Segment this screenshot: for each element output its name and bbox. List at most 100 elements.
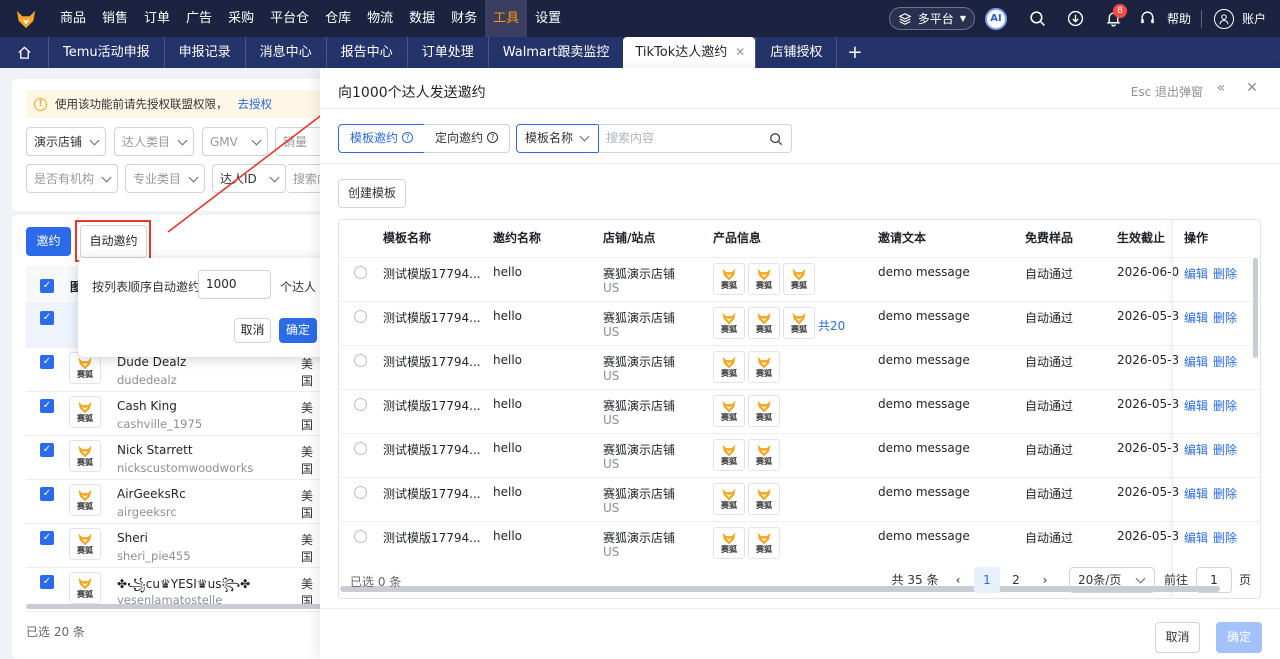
add-tab-button[interactable]: + [836, 37, 872, 68]
close-icon[interactable]: ✕ [1244, 80, 1260, 96]
select-all-checkbox[interactable]: ✓ [40, 279, 54, 293]
table-row[interactable]: ✓ 赛狐 Nick Starrett nickscustomwoodworks 美国 [26, 436, 322, 480]
row-checkbox[interactable]: ✓ [40, 487, 54, 501]
more-products-link[interactable]: 共20 [818, 317, 845, 334]
nav-menu-item[interactable]: 仓库 [317, 0, 359, 37]
table-row[interactable]: 测试模版17794... hello 赛狐演示店铺 US 赛狐 赛狐 demo messag… [339, 433, 1260, 477]
page-tab[interactable]: 店铺授权 [755, 37, 836, 68]
product-thumbnail[interactable]: 赛狐 [748, 307, 780, 339]
invite-count-input[interactable]: 1000 [198, 270, 271, 299]
product-thumbnail[interactable]: 赛狐 [748, 395, 780, 427]
bell-icon[interactable]: 8 [1095, 0, 1133, 37]
download-icon[interactable] [1057, 0, 1095, 37]
product-thumbnail[interactable]: 赛狐 [748, 483, 780, 515]
row-radio[interactable] [354, 266, 367, 279]
nav-menu-item[interactable]: 工具 [485, 0, 528, 37]
platform-switch[interactable]: 多平台 ▼ [888, 7, 975, 30]
help-link[interactable]: 帮助 [1167, 10, 1191, 27]
direct-invite-tab[interactable]: 定向邀约? [424, 124, 510, 153]
row-radio[interactable] [354, 354, 367, 367]
create-template-button[interactable]: 创建模板 [338, 179, 406, 208]
search-icon[interactable] [769, 132, 783, 146]
table-row[interactable]: 测试模版17794... hello 赛狐演示店铺 US 赛狐 赛狐 demo messag… [339, 389, 1260, 433]
ai-assistant-button[interactable]: AI [984, 7, 1007, 30]
prev-page-button[interactable]: ‹ [945, 567, 971, 593]
page-tab[interactable]: 申报记录 [163, 37, 245, 68]
row-checkbox[interactable]: ✓ [40, 531, 54, 545]
next-page-button[interactable]: › [1032, 567, 1058, 593]
row-radio[interactable] [354, 442, 367, 455]
template-invite-tab[interactable]: 模板邀约? [338, 124, 425, 153]
sales-filter[interactable]: 销量 [275, 127, 325, 156]
table-row[interactable]: ✓ 赛狐 Cash King cashville_1975 美国 [26, 392, 322, 436]
page-tab[interactable]: TikTok达人邀约 ✕ [623, 37, 756, 68]
product-thumbnail[interactable]: 赛狐 [713, 527, 745, 559]
table-row[interactable]: 测试模版17794... hello 赛狐演示店铺 US 赛狐 赛狐 赛狐 demo mess… [339, 257, 1260, 301]
row-checkbox[interactable]: ✓ [40, 355, 54, 369]
drawer-cancel-button[interactable]: 取消 [1155, 622, 1200, 653]
nav-menu-item[interactable]: 订单 [136, 0, 178, 37]
goto-page-input[interactable]: 1 [1196, 567, 1232, 593]
search-field-select[interactable]: 模板名称 [516, 124, 599, 153]
invite-button[interactable]: 邀约 [26, 227, 71, 256]
account-menu[interactable]: 账户 [1213, 8, 1266, 29]
row-radio[interactable] [354, 486, 367, 499]
row-checkbox[interactable]: ✓ [40, 311, 54, 325]
table-row[interactable]: ✓ 赛狐 Sheri sheri_pie455 美国 [26, 524, 322, 568]
product-thumbnail[interactable]: 赛狐 [783, 263, 815, 295]
product-thumbnail[interactable]: 赛狐 [713, 395, 745, 427]
nav-menu-item[interactable]: 财务 [443, 0, 485, 37]
product-thumbnail[interactable]: 赛狐 [783, 307, 815, 339]
nav-menu-item[interactable]: 平台仓 [262, 0, 317, 37]
nav-menu-item[interactable]: 商品 [52, 0, 94, 37]
table-row[interactable]: 测试模版17794... hello 赛狐演示店铺 US 赛狐 赛狐 demo messag… [339, 345, 1260, 389]
product-thumbnail[interactable]: 赛狐 [748, 439, 780, 471]
product-thumbnail[interactable]: 赛狐 [713, 483, 745, 515]
row-checkbox[interactable]: ✓ [40, 399, 54, 413]
search-icon[interactable] [1019, 0, 1057, 37]
row-checkbox[interactable]: ✓ [40, 575, 54, 589]
row-radio[interactable] [354, 398, 367, 411]
page-tab[interactable]: 报告中心 [325, 37, 407, 68]
row-checkbox[interactable]: ✓ [40, 443, 54, 457]
product-thumbnail[interactable]: 赛狐 [748, 527, 780, 559]
fox-logo-icon[interactable] [0, 0, 52, 37]
nav-menu-item[interactable]: 物流 [359, 0, 401, 37]
agency-filter[interactable]: 是否有机构 [26, 164, 118, 193]
drawer-confirm-button[interactable]: 确定 [1216, 622, 1262, 653]
page-tab[interactable]: 消息中心 [244, 37, 326, 68]
close-tab-icon[interactable]: ✕ [735, 45, 745, 59]
row-radio[interactable] [354, 310, 367, 323]
headset-icon[interactable] [1133, 0, 1163, 37]
product-thumbnail[interactable]: 赛狐 [713, 351, 745, 383]
page-size-select[interactable]: 20条/页 [1069, 567, 1155, 593]
product-thumbnail[interactable]: 赛狐 [748, 351, 780, 383]
pro-category-filter[interactable]: 专业类目 [125, 164, 205, 193]
table-row[interactable]: 测试模版17794... hello 赛狐演示店铺 US 赛狐 赛狐 demo messag… [339, 521, 1260, 565]
product-thumbnail[interactable]: 赛狐 [713, 307, 745, 339]
nav-menu-item[interactable]: 销售 [94, 0, 136, 37]
vertical-scrollbar[interactable] [1253, 258, 1258, 358]
popover-cancel-button[interactable]: 取消 [234, 318, 271, 343]
nav-menu-item[interactable]: 广告 [178, 0, 220, 37]
shop-filter[interactable]: 演示店铺 [26, 127, 106, 156]
gmv-filter[interactable]: GMV [202, 127, 268, 156]
nav-menu-item[interactable]: 设置 [527, 0, 569, 37]
table-row[interactable]: ✓ 赛狐 AirGeeksRc airgeeksrc 美国 [26, 480, 322, 524]
nav-menu-item[interactable]: 数据 [401, 0, 443, 37]
creator-id-select[interactable]: 达人ID [212, 164, 286, 193]
category-filter[interactable]: 达人类目 [114, 127, 194, 156]
home-icon[interactable] [0, 37, 48, 68]
page-tab[interactable]: 订单处理 [406, 37, 488, 68]
row-radio[interactable] [354, 530, 367, 543]
table-row[interactable]: 测试模版17794... hello 赛狐演示店铺 US 赛狐 赛狐 赛狐 共20 demo m… [339, 301, 1260, 345]
page-tab[interactable]: Temu活动申报 [48, 37, 164, 68]
authorize-link[interactable]: 去授权 [238, 96, 273, 112]
popover-confirm-button[interactable]: 确定 [279, 318, 317, 343]
product-thumbnail[interactable]: 赛狐 [713, 439, 745, 471]
page-button[interactable]: 2 [1003, 567, 1029, 593]
page-button[interactable]: 1 [974, 567, 1000, 593]
double-chevron-left-icon[interactable]: « [1213, 80, 1229, 96]
product-thumbnail[interactable]: 赛狐 [713, 263, 745, 295]
template-search-input[interactable]: 搜索内容 [598, 124, 792, 153]
